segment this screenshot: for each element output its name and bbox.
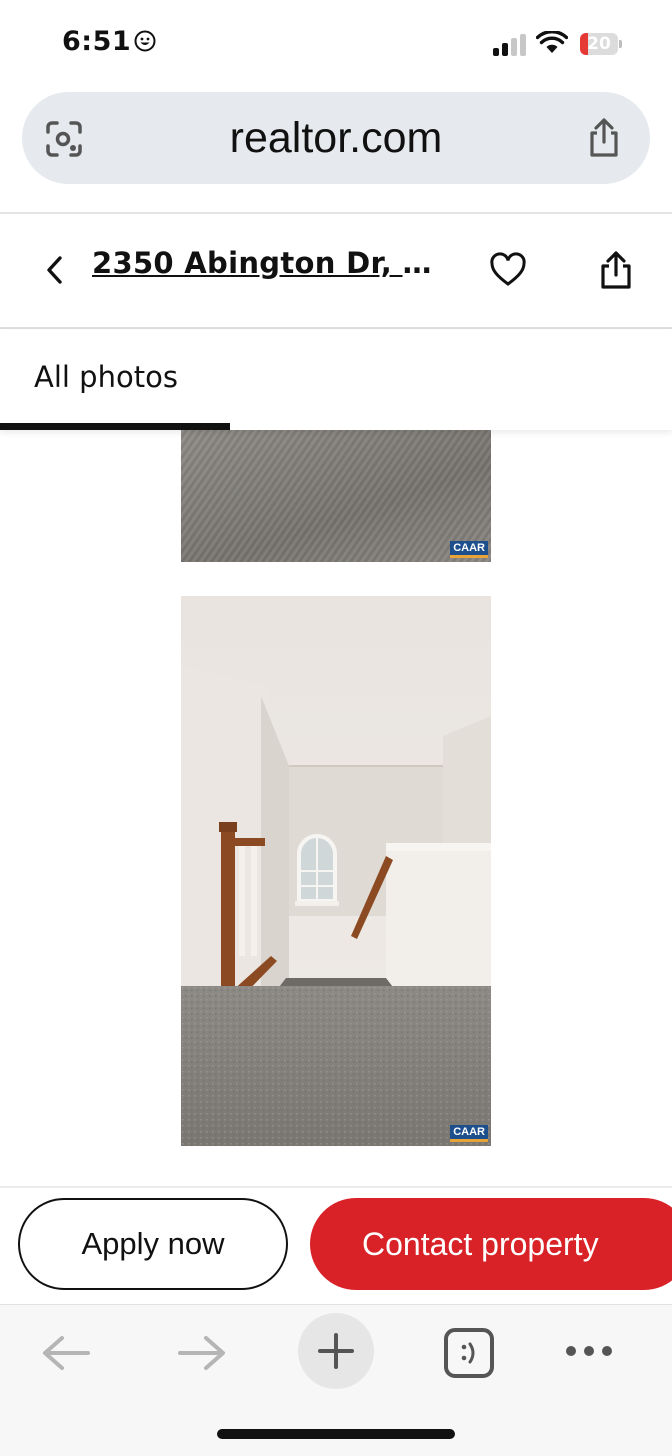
contact-property-button[interactable]: Contact property [310, 1198, 672, 1290]
lens-icon[interactable] [44, 120, 84, 158]
divider [0, 1186, 672, 1188]
home-indicator [217, 1429, 455, 1439]
apply-now-button[interactable]: Apply now [18, 1198, 288, 1290]
heart-icon[interactable] [489, 252, 527, 288]
more-icon[interactable] [564, 1343, 614, 1359]
status-bar: 6:51 20 [0, 0, 672, 90]
share-icon[interactable] [586, 116, 622, 158]
cellular-signal-icon [493, 34, 527, 56]
photo-tabs: All photos [0, 330, 672, 430]
listing-address-link[interactable]: 2350 Abington Dr, C... [92, 246, 452, 280]
divider [0, 327, 672, 329]
tabs-icon[interactable] [443, 1327, 495, 1379]
staircase-photo-image [181, 596, 491, 1146]
battery-icon: 20 [580, 33, 622, 55]
caar-badge: CAAR [450, 541, 488, 558]
tab-label: All photos [34, 360, 178, 394]
active-tab-indicator [0, 423, 230, 430]
listing-share-icon[interactable] [598, 250, 634, 290]
listing-photo[interactable]: CAAR [181, 430, 491, 562]
url-text[interactable]: realtor.com [22, 92, 650, 184]
battery-level: 20 [587, 34, 611, 54]
plus-icon [318, 1333, 354, 1369]
divider [0, 212, 672, 214]
back-chevron-icon[interactable] [40, 252, 68, 288]
new-tab-button[interactable] [298, 1313, 374, 1389]
browser-toolbar [0, 1304, 672, 1456]
listing-photo[interactable]: CAAR [181, 596, 491, 1146]
wifi-icon [536, 31, 568, 53]
arrow-right-icon[interactable] [176, 1333, 228, 1373]
arrow-left-icon[interactable] [40, 1333, 92, 1373]
smiley-focus-icon [134, 30, 156, 52]
caar-badge: CAAR [450, 1125, 488, 1142]
address-bar[interactable]: realtor.com [22, 92, 650, 184]
status-time: 6:51 [62, 26, 132, 57]
